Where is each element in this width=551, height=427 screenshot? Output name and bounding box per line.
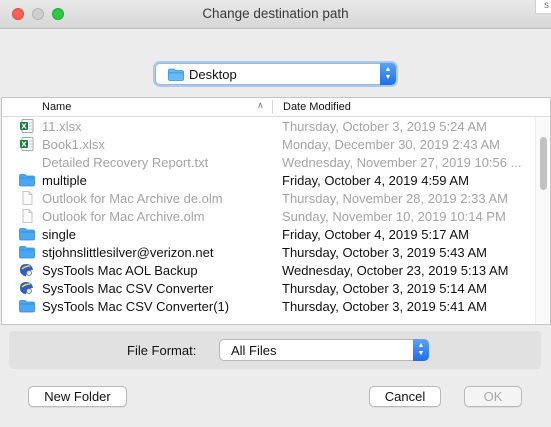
- sort-ascending-icon[interactable]: ∧: [257, 100, 264, 111]
- app-icon: [20, 282, 33, 295]
- folder-icon: [19, 300, 35, 313]
- dropdown-stepper[interactable]: ▲ ▼: [380, 63, 396, 85]
- app-icon: [20, 264, 33, 277]
- file-name: Outlook for Mac Archive.olm: [42, 209, 205, 224]
- file-name: Book1.xlsx: [42, 137, 105, 152]
- file-row: Detailed Recovery Report.txt Wednesday, N…: [2, 153, 537, 171]
- file-date-modified: Monday, December 30, 2019 2:43 AM: [282, 137, 500, 152]
- file-row[interactable]: SysTools Mac AOL Backup Wednesday, Octobe…: [2, 261, 537, 279]
- column-header: Name ∧ Date Modified: [2, 98, 550, 117]
- file-name: SysTools Mac CSV Converter(1): [42, 299, 230, 314]
- file-row: Outlook for Mac Archive de.olm Thursday, …: [2, 189, 537, 207]
- file-name: SysTools Mac CSV Converter: [42, 281, 214, 296]
- chevron-up-icon: ▲: [417, 342, 425, 349]
- file-date-modified: Wednesday, November 27, 2019 10:56 ...: [282, 155, 522, 170]
- document-icon: [22, 191, 33, 205]
- svg-text:X: X: [21, 123, 27, 131]
- file-row[interactable]: multiple Friday, October 4, 2019 4:59 AM: [2, 171, 537, 189]
- file-date-modified: Thursday, November 28, 2019 2:33 AM: [282, 191, 508, 206]
- file-format-bar: File Format: All Files ▲ ▼: [9, 331, 541, 369]
- folder-icon: [168, 68, 184, 81]
- folder-icon: [19, 246, 35, 259]
- folder-icon: [19, 174, 35, 187]
- file-row[interactable]: stjohnslittlesilver@verizon.net Thursday,…: [2, 243, 537, 261]
- file-date-modified: Thursday, October 3, 2019 5:24 AM: [282, 119, 487, 134]
- file-browser[interactable]: Name ∧ Date Modified X 11.xlsx Thursday, O…: [1, 97, 551, 325]
- excel-file-icon: X: [20, 119, 34, 133]
- date-column-header[interactable]: Date Modified: [283, 101, 351, 113]
- ok-button[interactable]: OK: [464, 386, 522, 407]
- svg-text:X: X: [21, 141, 27, 149]
- file-row[interactable]: SysTools Mac CSV Converter Thursday, Octo…: [2, 279, 537, 297]
- file-name: multiple: [42, 173, 87, 188]
- file-row: X Book1.xlsx Monday, December 30, 2019 2:4…: [2, 135, 537, 153]
- file-format-label: File Format:: [127, 343, 197, 358]
- location-dropdown[interactable]: Desktop ▲ ▼: [155, 63, 396, 85]
- column-divider[interactable]: [272, 100, 273, 114]
- file-name: SysTools Mac AOL Backup: [42, 263, 198, 278]
- vertical-scrollbar[interactable]: [535, 117, 550, 324]
- name-column-header[interactable]: Name: [42, 101, 71, 113]
- location-label: Desktop: [189, 67, 237, 82]
- chevron-up-icon: ▲: [384, 66, 392, 73]
- chevron-down-icon: ▼: [417, 350, 425, 357]
- file-row: X 11.xlsx Thursday, October 3, 2019 5:24 A…: [2, 117, 537, 135]
- file-date-modified: Friday, October 4, 2019 5:17 AM: [282, 227, 469, 242]
- file-format-value: All Files: [231, 343, 277, 358]
- file-list: X 11.xlsx Thursday, October 3, 2019 5:24 A…: [2, 117, 537, 315]
- file-name: Outlook for Mac Archive de.olm: [42, 191, 223, 206]
- chevron-down-icon: ▼: [384, 74, 392, 81]
- file-date-modified: Wednesday, October 23, 2019 5:13 AM: [282, 263, 509, 278]
- document-icon: [22, 209, 33, 223]
- file-date-modified: Thursday, October 3, 2019 5:41 AM: [282, 299, 487, 314]
- file-name: Detailed Recovery Report.txt: [42, 155, 209, 170]
- title-bar: Change destination path s: [0, 0, 551, 29]
- file-date-modified: Thursday, October 3, 2019 5:43 AM: [282, 245, 487, 260]
- file-format-dropdown[interactable]: All Files ▲ ▼: [219, 339, 429, 361]
- dropdown-stepper[interactable]: ▲ ▼: [413, 339, 429, 361]
- background-window-edge: s: [535, 0, 551, 14]
- file-name: 11.xlsx: [42, 119, 82, 134]
- file-date-modified: Sunday, November 10, 2019 10:14 PM: [282, 209, 506, 224]
- new-folder-button[interactable]: New Folder: [28, 386, 127, 407]
- file-date-modified: Friday, October 4, 2019 4:59 AM: [282, 173, 469, 188]
- file-date-modified: Thursday, October 3, 2019 5:14 AM: [282, 281, 487, 296]
- scrollbar-thumb[interactable]: [540, 137, 547, 190]
- file-row: Outlook for Mac Archive.olm Sunday, Novem…: [2, 207, 537, 225]
- file-name: single: [42, 227, 76, 242]
- folder-icon: [19, 228, 35, 241]
- cancel-button[interactable]: Cancel: [369, 386, 441, 407]
- excel-file-icon: X: [20, 137, 34, 151]
- file-name: stjohnslittlesilver@verizon.net: [42, 245, 214, 260]
- file-row[interactable]: single Friday, October 4, 2019 5:17 AM: [2, 225, 537, 243]
- file-row[interactable]: SysTools Mac CSV Converter(1) Thursday, O…: [2, 297, 537, 315]
- window-title: Change destination path: [202, 6, 349, 21]
